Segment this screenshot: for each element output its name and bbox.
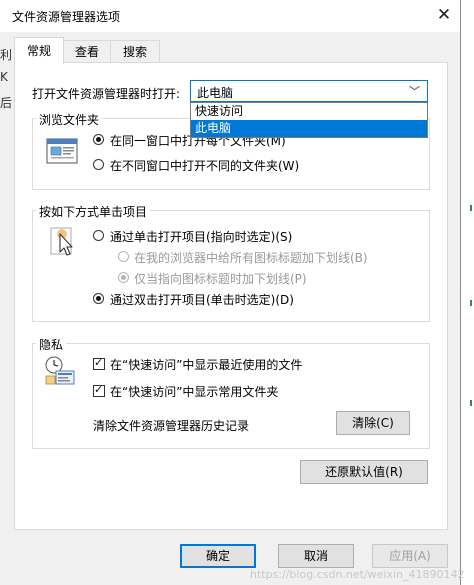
tab-search[interactable]: 搜索 [110, 40, 160, 63]
background-text: 后 [0, 96, 13, 110]
close-icon[interactable]: ✕ [432, 4, 456, 26]
single-click-label[interactable]: 通过单击打开项目(指向时选定)(S) [110, 228, 292, 245]
open-with-value: 此电脑 [197, 86, 234, 100]
clear-history-label: 清除文件资源管理器历史记录 [93, 419, 250, 433]
frequent-folders-label[interactable]: 在“快速访问”中显示常用文件夹 [110, 383, 278, 400]
different-window-label[interactable]: 在不同窗口中打开不同的文件夹(W) [110, 157, 299, 174]
clear-history-button[interactable]: 清除(C) [336, 411, 410, 435]
frequent-folders-checkbox[interactable] [93, 383, 105, 397]
different-window-radio[interactable] [93, 159, 104, 170]
apply-button[interactable]: 应用(A) [372, 544, 448, 568]
dropdown-option-quick-access[interactable]: 快速访问 [191, 103, 427, 120]
pointer-click-icon [48, 226, 78, 261]
chevron-down-icon: ﹀ [409, 85, 420, 98]
cancel-button[interactable]: 取消 [278, 544, 354, 568]
click-items-title: 按如下方式单击项目 [36, 203, 151, 220]
background-text: 利 [0, 48, 13, 62]
tab-view[interactable]: 查看 [62, 40, 112, 63]
underline-hover-radio[interactable] [118, 272, 129, 283]
tab-general[interactable]: 常规 [14, 37, 64, 64]
ok-button[interactable]: 确定 [180, 544, 256, 568]
single-click-radio[interactable] [93, 230, 104, 241]
underline-browser-radio[interactable] [118, 251, 129, 262]
browse-folders-title: 浏览文件夹 [36, 111, 103, 128]
recent-files-label[interactable]: 在“快速访问”中显示最近使用的文件 [110, 356, 302, 373]
open-with-options-list: 快速访问 此电脑 [190, 102, 428, 138]
background-right-edge [460, 0, 474, 585]
title-bar[interactable]: 文件资源管理器选项 ✕ [0, 0, 460, 32]
underline-browser-label[interactable]: 在我的浏览器中给所有图标标题加下划线(B) [134, 249, 368, 266]
recent-files-checkbox[interactable] [93, 356, 105, 370]
background-text: K [0, 70, 8, 84]
double-click-radio[interactable] [93, 293, 104, 304]
open-with-dropdown[interactable]: 此电脑 ﹀ [190, 80, 428, 102]
privacy-title: 隐私 [36, 336, 67, 353]
window-title: 文件资源管理器选项 [12, 10, 121, 24]
double-click-label[interactable]: 通过双击打开项目(单击时选定)(D) [110, 291, 294, 308]
privacy-icon [44, 354, 78, 391]
background-marker [470, 300, 472, 306]
folder-options-dialog: 文件资源管理器选项 ✕ 利 K 后 常规 查看 搜索 打开文件资源管理器时打开:… [0, 0, 465, 585]
background-marker [470, 205, 472, 211]
open-with-label: 打开文件资源管理器时打开: [32, 87, 181, 101]
browse-folders-icon [46, 138, 78, 167]
underline-hover-label[interactable]: 仅当指向图标标题时加下划线(P) [134, 270, 307, 287]
watermark-text: https://blog.csdn.net/weixin_41890142 [250, 568, 465, 581]
restore-defaults-button[interactable]: 还原默认值(R) [300, 460, 428, 484]
same-window-radio[interactable] [93, 134, 104, 145]
background-marker [470, 400, 472, 406]
dropdown-option-this-pc[interactable]: 此电脑 [191, 120, 427, 137]
